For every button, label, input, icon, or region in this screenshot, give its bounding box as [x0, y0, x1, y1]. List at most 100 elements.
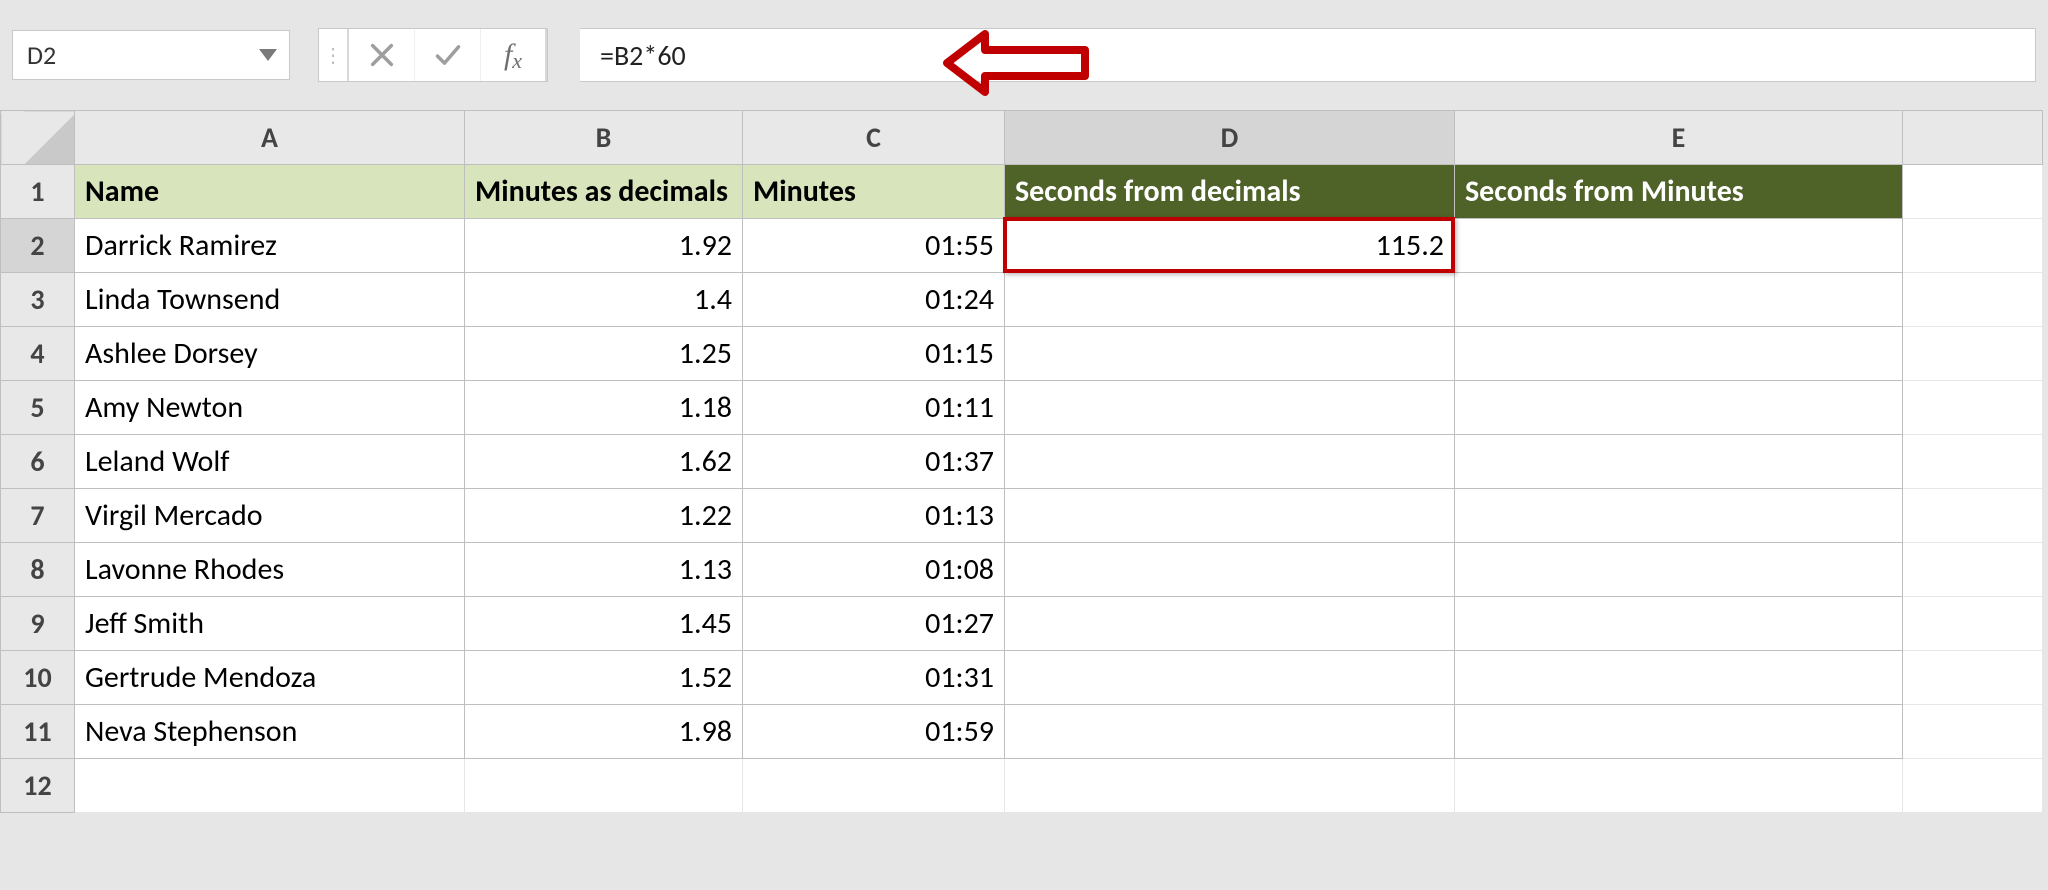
header-name[interactable]: Name: [75, 165, 465, 219]
row-header[interactable]: 5: [1, 381, 75, 435]
cell-min[interactable]: 01:13: [743, 489, 1005, 543]
cell-blank[interactable]: [1903, 543, 2043, 597]
cell-name[interactable]: Linda Townsend: [75, 273, 465, 327]
cell-sec-dec[interactable]: 115.2: [1005, 219, 1455, 273]
cell-sec-min[interactable]: [1455, 435, 1903, 489]
cell-name[interactable]: Gertrude Mendoza: [75, 651, 465, 705]
cell-sec-dec[interactable]: [1005, 597, 1455, 651]
col-header-C[interactable]: C: [743, 111, 1005, 165]
cell-dec[interactable]: 1.52: [465, 651, 743, 705]
cell-sec-dec[interactable]: [1005, 489, 1455, 543]
cell-dec[interactable]: 1.92: [465, 219, 743, 273]
cell-sec-min[interactable]: [1455, 327, 1903, 381]
row-header[interactable]: 4: [1, 327, 75, 381]
cancel-icon[interactable]: [349, 29, 415, 81]
cell-blank[interactable]: [75, 759, 465, 813]
row-header[interactable]: 1: [1, 165, 75, 219]
cell-sec-dec[interactable]: [1005, 273, 1455, 327]
row-header[interactable]: 9: [1, 597, 75, 651]
cell-sec-min[interactable]: [1455, 597, 1903, 651]
select-all-corner[interactable]: [1, 111, 75, 165]
spreadsheet-grid[interactable]: A B C D E 1 Name Minutes as decimals Min…: [0, 110, 2043, 813]
name-box[interactable]: D2: [12, 30, 290, 80]
row-header[interactable]: 6: [1, 435, 75, 489]
cell-min[interactable]: 01:11: [743, 381, 1005, 435]
insert-function-icon[interactable]: fx: [481, 29, 547, 81]
header-seconds-decimals[interactable]: Seconds from decimals: [1005, 165, 1455, 219]
cell-blank[interactable]: [1903, 489, 2043, 543]
cell-name[interactable]: Ashlee Dorsey: [75, 327, 465, 381]
cell-blank[interactable]: [1903, 759, 2043, 813]
cell-blank[interactable]: [1903, 219, 2043, 273]
cell-dec[interactable]: 1.13: [465, 543, 743, 597]
cell-blank[interactable]: [1903, 327, 2043, 381]
cell-blank[interactable]: [465, 759, 743, 813]
cell-sec-dec[interactable]: [1005, 705, 1455, 759]
cell-dec[interactable]: 1.25: [465, 327, 743, 381]
col-header-A[interactable]: A: [75, 111, 465, 165]
row-header[interactable]: 10: [1, 651, 75, 705]
cell-sec-dec[interactable]: [1005, 651, 1455, 705]
cell-sec-dec[interactable]: [1005, 543, 1455, 597]
cell-blank[interactable]: [1903, 435, 2043, 489]
cell-blank[interactable]: [1903, 651, 2043, 705]
enter-icon[interactable]: [415, 29, 481, 81]
cell-sec-min[interactable]: [1455, 219, 1903, 273]
row-header[interactable]: 12: [1, 759, 75, 813]
cell-name[interactable]: Neva Stephenson: [75, 705, 465, 759]
cell-min[interactable]: 01:15: [743, 327, 1005, 381]
cell-blank[interactable]: [1455, 759, 1903, 813]
col-header-blank[interactable]: [1903, 111, 2043, 165]
cell-dec[interactable]: 1.62: [465, 435, 743, 489]
cell-blank[interactable]: [743, 759, 1005, 813]
cell-blank[interactable]: [1903, 597, 2043, 651]
cell-name[interactable]: Darrick Ramirez: [75, 219, 465, 273]
cell-sec-min[interactable]: [1455, 381, 1903, 435]
cell-blank[interactable]: [1903, 705, 2043, 759]
cell-name[interactable]: Jeff Smith: [75, 597, 465, 651]
col-header-B[interactable]: B: [465, 111, 743, 165]
cell-min[interactable]: 01:55: [743, 219, 1005, 273]
expand-formula-bar-icon[interactable]: ⋮: [319, 29, 349, 81]
row-header[interactable]: 2: [1, 219, 75, 273]
cell-dec[interactable]: 1.98: [465, 705, 743, 759]
cell-blank[interactable]: [1005, 759, 1455, 813]
cell-dec[interactable]: 1.4: [465, 273, 743, 327]
row-header[interactable]: 11: [1, 705, 75, 759]
header-minutes-decimals[interactable]: Minutes as decimals: [465, 165, 743, 219]
cell-blank[interactable]: [1903, 273, 2043, 327]
row-header[interactable]: 3: [1, 273, 75, 327]
cell-blank[interactable]: [1903, 165, 2043, 219]
cell-min[interactable]: 01:31: [743, 651, 1005, 705]
header-minutes[interactable]: Minutes: [743, 165, 1005, 219]
formula-bar-input[interactable]: =B2*60: [580, 28, 2036, 82]
header-seconds-minutes[interactable]: Seconds from Minutes: [1455, 165, 1903, 219]
cell-dec[interactable]: 1.22: [465, 489, 743, 543]
cell-sec-min[interactable]: [1455, 543, 1903, 597]
cell-min[interactable]: 01:37: [743, 435, 1005, 489]
formula-bar-text: =B2*60: [600, 38, 686, 73]
cell-dec[interactable]: 1.18: [465, 381, 743, 435]
cell-sec-min[interactable]: [1455, 273, 1903, 327]
cell-dec[interactable]: 1.45: [465, 597, 743, 651]
cell-name[interactable]: Virgil Mercado: [75, 489, 465, 543]
cell-sec-dec[interactable]: [1005, 327, 1455, 381]
row-header[interactable]: 7: [1, 489, 75, 543]
col-header-E[interactable]: E: [1455, 111, 1903, 165]
cell-sec-min[interactable]: [1455, 489, 1903, 543]
cell-sec-dec[interactable]: [1005, 381, 1455, 435]
row-header[interactable]: 8: [1, 543, 75, 597]
cell-min[interactable]: 01:08: [743, 543, 1005, 597]
cell-blank[interactable]: [1903, 381, 2043, 435]
col-header-D[interactable]: D: [1005, 111, 1455, 165]
cell-name[interactable]: Leland Wolf: [75, 435, 465, 489]
cell-min[interactable]: 01:59: [743, 705, 1005, 759]
name-box-dropdown-icon[interactable]: [259, 49, 277, 61]
cell-name[interactable]: Amy Newton: [75, 381, 465, 435]
cell-sec-min[interactable]: [1455, 705, 1903, 759]
cell-name[interactable]: Lavonne Rhodes: [75, 543, 465, 597]
cell-min[interactable]: 01:27: [743, 597, 1005, 651]
cell-min[interactable]: 01:24: [743, 273, 1005, 327]
cell-sec-min[interactable]: [1455, 651, 1903, 705]
cell-sec-dec[interactable]: [1005, 435, 1455, 489]
